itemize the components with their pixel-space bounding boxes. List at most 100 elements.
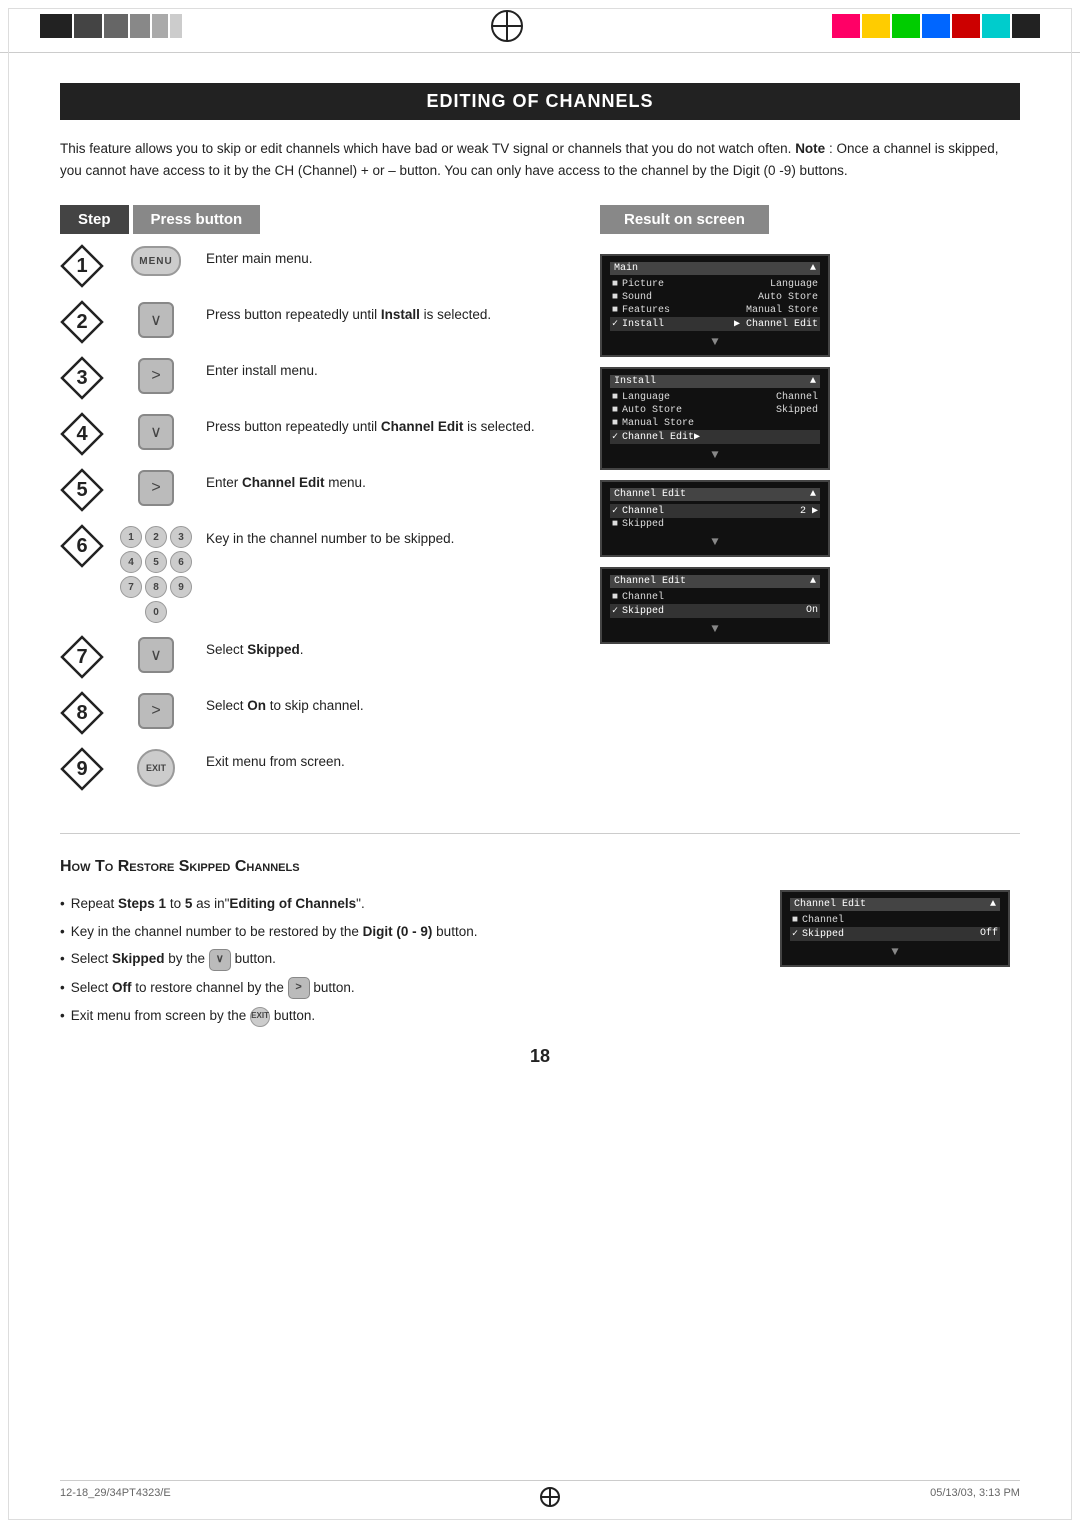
tv-row-4-2: ■Skipped [610, 518, 820, 531]
step-number-1: 1 [60, 244, 104, 288]
step-row-6: 6 1 2 3 4 5 6 7 8 9 0 K [60, 524, 580, 623]
tv-row-1-3: ■FeaturesManual Store [610, 304, 820, 317]
decor-block-4 [130, 14, 150, 38]
numpad-1[interactable]: 1 [120, 526, 142, 548]
numpad-2[interactable]: 2 [145, 526, 167, 548]
step-number-2: 2 [60, 300, 104, 344]
tv-header-4: Channel Edit▲ [610, 488, 820, 501]
steps-table: Step Press button 1 MENU Enter main menu… [60, 205, 1020, 803]
step-number-5: 5 [60, 468, 104, 512]
step-8-text: Select On to skip channel. [206, 691, 364, 717]
tv-row-2-2: ■Auto StoreSkipped [610, 404, 820, 417]
numpad-6: 1 2 3 4 5 6 7 8 9 0 [120, 526, 192, 623]
tv-row-2-1: ■LanguageChannel [610, 391, 820, 404]
step-1-button-area: MENU [116, 244, 196, 276]
exit-button-9[interactable]: EXIT [137, 749, 175, 787]
step-7-button-area: ∨ [116, 635, 196, 673]
color-bar-red [832, 14, 860, 38]
down-button-4[interactable]: ∨ [138, 414, 174, 450]
tv-row-r-1: ■Channel [790, 914, 1000, 927]
decor-center-crosshair [182, 10, 832, 42]
step-7-text: Select Skipped. [206, 635, 304, 661]
tv-header-2: Install▲ [610, 375, 820, 388]
tv-row-7-1: ■Channel [610, 591, 820, 604]
right-btn-inline[interactable]: > [288, 977, 310, 999]
steps-header: Step Press button [60, 205, 580, 234]
numpad-5[interactable]: 5 [145, 551, 167, 573]
tv-row-2-3: ■Manual Store [610, 417, 820, 430]
step-row-3: 3 > Enter install menu. [60, 356, 580, 400]
description-text: This feature allows you to skip or edit … [60, 138, 1020, 181]
tv-row-4-1: ✓Channel2 ▶ [610, 504, 820, 518]
footer-left: 12-18_29/34PT4323/E [60, 1487, 171, 1510]
tv-screen-restore: Channel Edit▲ ■Channel ✓SkippedOff ▼ [780, 890, 1010, 967]
tv-screen-2: Install▲ ■LanguageChannel ■Auto StoreSki… [600, 367, 830, 470]
right-button-5[interactable]: > [138, 470, 174, 506]
restore-bullet-2: Key in the channel number to be restored… [60, 918, 750, 946]
steps-right-column: Result on screen Main▲ ■PictureLanguage … [580, 205, 1020, 803]
color-bar-black [1012, 14, 1040, 38]
right-button-3[interactable]: > [138, 358, 174, 394]
numpad-7[interactable]: 7 [120, 576, 142, 598]
color-bar-cyan [982, 14, 1010, 38]
restore-columns: Repeat Steps 1 to 5 as in"Editing of Cha… [60, 890, 1020, 1030]
section-divider [60, 833, 1020, 834]
restore-bullet-1: Repeat Steps 1 to 5 as in"Editing of Cha… [60, 890, 750, 918]
right-button-8[interactable]: > [138, 693, 174, 729]
tv-row-2-4: ✓Channel Edit▶ [610, 430, 820, 444]
step-6-text: Key in the channel number to be skipped. [206, 524, 454, 550]
step-9-text: Exit menu from screen. [206, 747, 345, 773]
step-number-3: 3 [60, 356, 104, 400]
step-3-button-area: > [116, 356, 196, 394]
section-title-bar: Editing of Channels [60, 83, 1020, 120]
numpad-0[interactable]: 0 [145, 601, 167, 623]
numpad-3[interactable]: 3 [170, 526, 192, 548]
decor-block-2 [74, 14, 102, 38]
menu-button[interactable]: MENU [131, 246, 181, 276]
decor-block-5 [152, 14, 168, 38]
restore-bullet-5: Exit menu from screen by the EXIT button… [60, 1002, 750, 1030]
section-title: Editing of Channels [426, 91, 653, 111]
step-4-button-area: ∨ [116, 412, 196, 450]
numpad-6[interactable]: 6 [170, 551, 192, 573]
footer: 12-18_29/34PT4323/E 05/13/03, 3:13 PM [60, 1480, 1020, 1510]
steps-left-column: Step Press button 1 MENU Enter main menu… [60, 205, 580, 803]
decor-block-6 [170, 14, 182, 38]
tv-screen-1: Main▲ ■PictureLanguage ■SoundAuto Store … [600, 254, 830, 357]
numpad-4[interactable]: 4 [120, 551, 142, 573]
tv-header-restore: Channel Edit▲ [790, 898, 1000, 911]
down-button-7[interactable]: ∨ [138, 637, 174, 673]
step-number-9: 9 [60, 747, 104, 791]
restore-bullet-list: Repeat Steps 1 to 5 as in"Editing of Cha… [60, 890, 750, 1030]
tv-row-7-2: ✓SkippedOn [610, 604, 820, 618]
exit-btn-inline[interactable]: EXIT [250, 1007, 270, 1027]
step-row-7: 7 ∨ Select Skipped. [60, 635, 580, 679]
tv-header-7: Channel Edit▲ [610, 575, 820, 588]
tv-row-1-4: ✓Install▶ Channel Edit [610, 317, 820, 331]
step-4-text: Press button repeatedly until Channel Ed… [206, 412, 535, 438]
decor-left [40, 14, 182, 38]
crosshair-icon [491, 10, 523, 42]
tv-arrow-restore: ▼ [790, 945, 1000, 959]
down-button-2[interactable]: ∨ [138, 302, 174, 338]
numpad-8[interactable]: 8 [145, 576, 167, 598]
tv-arrow-7: ▼ [610, 622, 820, 636]
step-row-8: 8 > Select On to skip channel. [60, 691, 580, 735]
down-btn-inline[interactable]: ∨ [209, 949, 231, 971]
numpad-9[interactable]: 9 [170, 576, 192, 598]
footer-right: 05/13/03, 3:13 PM [930, 1487, 1020, 1510]
footer-crosshair [540, 1487, 560, 1507]
color-bar-darkred [952, 14, 980, 38]
step-row-4: 4 ∨ Press button repeatedly until Channe… [60, 412, 580, 456]
step-number-6: 6 [60, 524, 104, 568]
step-2-text: Press button repeatedly until Install is… [206, 300, 491, 326]
restore-right-column: Channel Edit▲ ■Channel ✓SkippedOff ▼ [780, 890, 1020, 1030]
top-decor-bar [0, 0, 1080, 53]
header-press-button: Press button [133, 205, 261, 234]
step-1-text: Enter main menu. [206, 244, 313, 270]
step-number-8: 8 [60, 691, 104, 735]
color-bar-green [892, 14, 920, 38]
step-9-button-area: EXIT [116, 747, 196, 787]
restore-section-title: How to Restore Skipped Channels [60, 858, 1020, 876]
step-row-2: 2 ∨ Press button repeatedly until Instal… [60, 300, 580, 344]
